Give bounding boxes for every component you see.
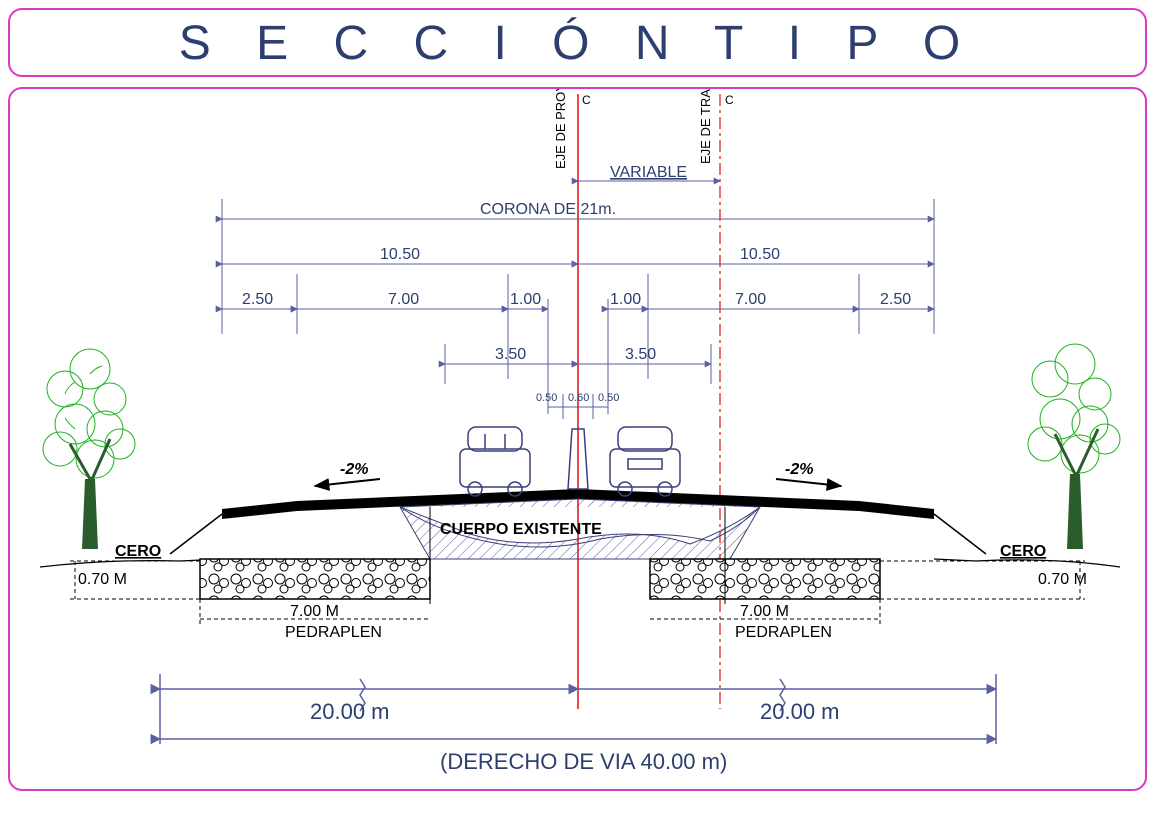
svg-text:7.00: 7.00 (735, 291, 766, 308)
svg-text:1.00: 1.00 (610, 291, 641, 308)
embank-left (170, 514, 222, 554)
svg-text:7.00: 7.00 (388, 291, 419, 308)
cross-section-svg: EJE DE PROYECTO EJE DE TRAZO C C VARIABL… (10, 89, 1145, 785)
svg-text:CORONA DE 21m.: CORONA DE 21m. (480, 201, 616, 218)
svg-text:0.70 M: 0.70 M (78, 571, 127, 588)
svg-text:C: C (582, 93, 591, 107)
svg-text:0.50: 0.50 (598, 392, 619, 404)
svg-text:2.50: 2.50 (242, 291, 273, 308)
ground-left (40, 559, 222, 567)
dim-ped-left: 7.00 M PEDRAPLEN (200, 599, 430, 641)
embank-right (934, 514, 986, 554)
svg-text:VARIABLE: VARIABLE (610, 164, 687, 181)
tree-right-icon (1028, 344, 1120, 549)
dim-corona: CORONA DE 21m. (222, 201, 934, 219)
svg-text:(DERECHO DE VIA 40.00 m): (DERECHO DE VIA 40.00 m) (440, 749, 727, 774)
svg-text:0.70 M: 0.70 M (1038, 571, 1087, 588)
dim-ped-right: 7.00 M PEDRAPLEN (650, 599, 880, 641)
car-right-icon (610, 427, 680, 496)
svg-text:1.00: 1.00 (510, 291, 541, 308)
title-text: S E C C I Ó N T I P O (179, 17, 976, 70)
dim-variable: VARIABLE (578, 164, 720, 181)
svg-text:2.50: 2.50 (880, 291, 911, 308)
svg-text:7.00 M: 7.00 M (290, 603, 339, 620)
slope-right: -2% (776, 461, 841, 486)
slope-left: -2% (315, 461, 380, 486)
axis-trazo-label: EJE DE TRAZO (698, 89, 713, 164)
ground-right (934, 559, 1120, 567)
svg-text:10.50: 10.50 (740, 246, 780, 263)
body-label: CUERPO EXISTENTE (440, 521, 602, 538)
svg-text:3.50: 3.50 (625, 346, 656, 363)
svg-text:3.50: 3.50 (495, 346, 526, 363)
svg-text:10.50: 10.50 (380, 246, 420, 263)
pedraplen-right (650, 559, 880, 599)
svg-text:PEDRAPLEN: PEDRAPLEN (735, 624, 832, 641)
car-left-icon (460, 427, 530, 496)
pedraplen-left (200, 559, 430, 599)
dim-row-total: (DERECHO DE VIA 40.00 m) (160, 739, 996, 774)
svg-text:0.60: 0.60 (568, 392, 589, 404)
diagram-panel: EJE DE PROYECTO EJE DE TRAZO C C VARIABL… (8, 87, 1147, 791)
svg-text:PEDRAPLEN: PEDRAPLEN (285, 624, 382, 641)
axis-proyecto-label: EJE DE PROYECTO (553, 89, 568, 169)
title-panel: S E C C I Ó N T I P O (8, 8, 1147, 77)
svg-text:-2%: -2% (785, 461, 813, 478)
tree-left-icon (43, 349, 135, 549)
cero-left: CERO (115, 543, 161, 560)
svg-text:C: C (725, 93, 734, 107)
svg-text:-2%: -2% (340, 461, 368, 478)
svg-text:7.00 M: 7.00 M (740, 603, 789, 620)
svg-text:20.00 m: 20.00 m (310, 699, 390, 724)
svg-text:20.00 m: 20.00 m (760, 699, 840, 724)
cero-right: CERO (1000, 543, 1046, 560)
svg-text:0.50: 0.50 (536, 392, 557, 404)
